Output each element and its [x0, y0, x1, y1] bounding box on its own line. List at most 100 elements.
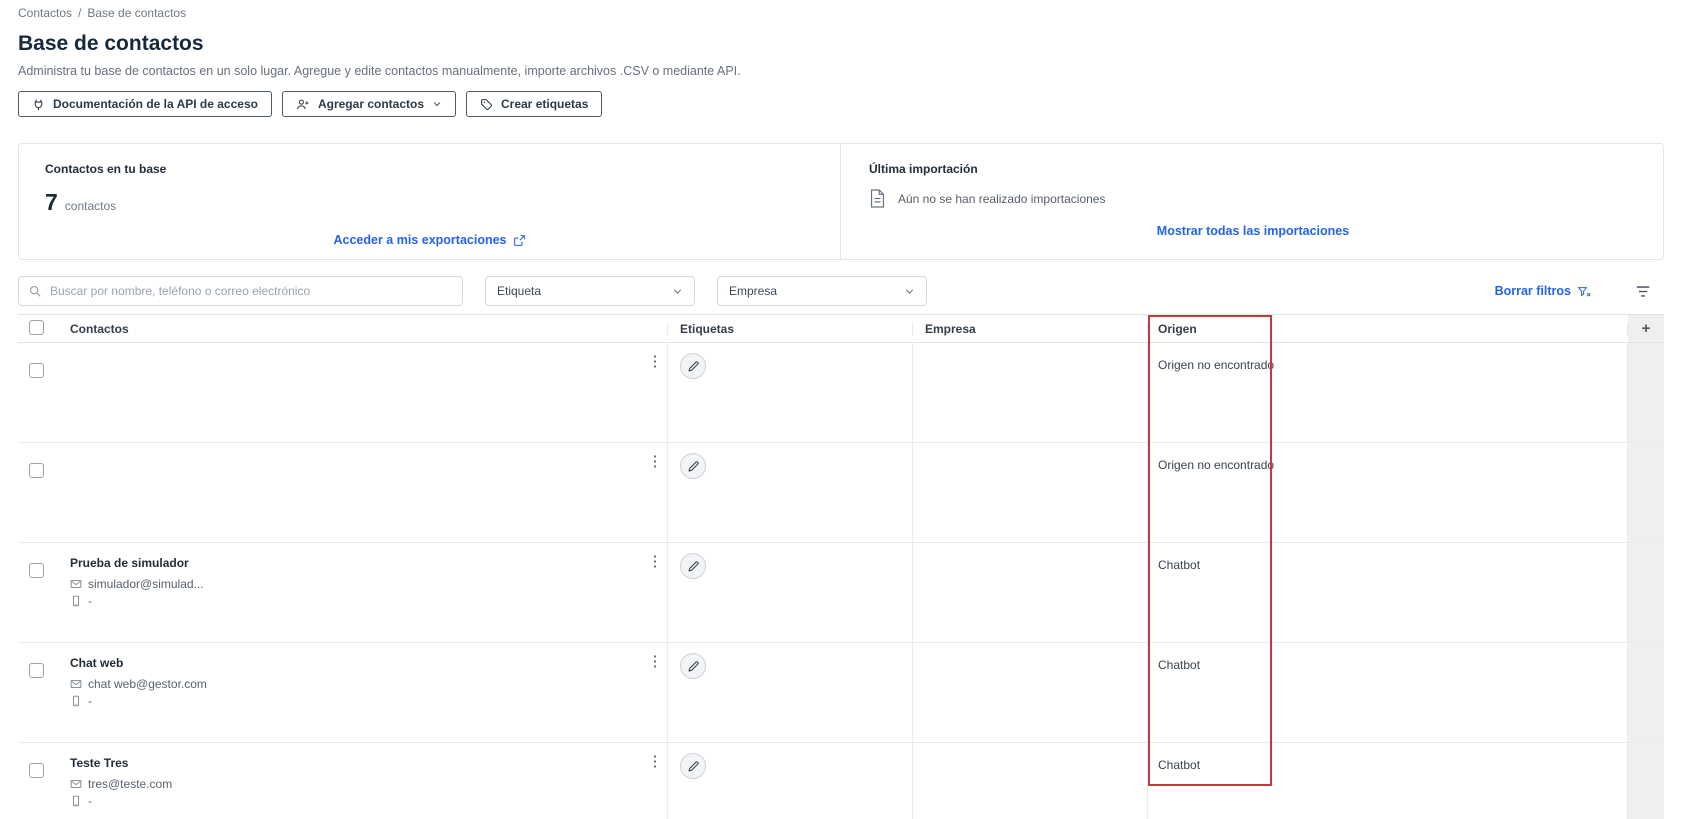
row-checkbox[interactable]	[29, 363, 44, 378]
contacts-page: Contactos / Base de contactos Base de co…	[0, 0, 1689, 819]
phone-icon	[70, 795, 82, 807]
pencil-icon	[687, 760, 700, 773]
api-docs-button[interactable]: Documentación de la API de acceso	[18, 91, 272, 117]
breadcrumb: Contactos / Base de contactos	[18, 6, 1689, 20]
contact-email: chat web@gestor.com	[88, 677, 207, 691]
contacts-count-row: 7 contactos	[45, 189, 814, 216]
add-column-strip	[1628, 343, 1664, 442]
contact-cell: ⋮	[58, 443, 668, 542]
import-empty-message: Aún no se han realizado importaciones	[898, 191, 1106, 206]
create-tags-button[interactable]: Crear etiquetas	[466, 91, 603, 117]
edit-tags-button[interactable]	[680, 753, 706, 779]
contact-email: simulador@simulad...	[88, 577, 204, 591]
contacts-card-title: Contactos en tu base	[45, 162, 167, 176]
add-contacts-button[interactable]: Agregar contactos	[281, 91, 456, 117]
toolbar: Documentación de la API de acceso Agrega…	[18, 91, 1689, 117]
row-menu-button[interactable]: ⋮	[646, 552, 664, 570]
origin-value: Chatbot	[1158, 658, 1201, 672]
column-header-contacts: Contactos	[58, 321, 668, 336]
table-row: Chat web chat web@gestor.com - ⋮ Chatbot	[18, 643, 1664, 743]
add-column-strip	[1628, 743, 1664, 819]
export-icon	[513, 234, 526, 247]
table-header: Contactos Etiquetas Empresa Origen +	[18, 315, 1664, 343]
edit-tags-button[interactable]	[680, 353, 706, 379]
contact-email-row: tres@teste.com	[70, 777, 667, 791]
contact-cell: Teste Tres tres@teste.com - ⋮	[58, 743, 668, 819]
select-all-checkbox[interactable]	[29, 319, 44, 335]
pencil-icon	[687, 560, 700, 573]
origin-cell: Chatbot	[1148, 643, 1628, 742]
filter-bar: Etiqueta Empresa Borrar filtros	[18, 276, 1664, 306]
import-card-title: Última importación	[869, 162, 978, 176]
contacts-count-unit: contactos	[64, 199, 117, 213]
person-add-icon	[296, 98, 310, 111]
email-icon	[70, 778, 82, 790]
chevron-down-icon	[432, 99, 442, 109]
row-checkbox[interactable]	[29, 663, 44, 678]
last-import-card: Última importación Aún no se han realiza…	[841, 144, 1663, 259]
origin-cell: Origen no encontrado	[1148, 443, 1628, 542]
tags-cell	[668, 643, 913, 742]
add-column-button[interactable]: +	[1628, 315, 1664, 342]
company-filter-dropdown[interactable]: Empresa	[717, 276, 927, 306]
contact-email-row: chat web@gestor.com	[70, 677, 667, 691]
exports-link[interactable]: Acceder a mis exportaciones	[334, 233, 526, 247]
filter-settings-icon[interactable]	[1635, 284, 1651, 299]
clear-filters-link[interactable]: Borrar filtros	[1495, 284, 1591, 298]
import-empty-state: Aún no se han realizado importaciones	[869, 188, 1637, 209]
document-icon	[869, 188, 886, 209]
column-header-company: Empresa	[913, 321, 1148, 336]
row-checkbox[interactable]	[29, 763, 44, 778]
chevron-down-icon	[904, 286, 915, 297]
email-icon	[70, 578, 82, 590]
edit-tags-button[interactable]	[680, 653, 706, 679]
contact-email: tres@teste.com	[88, 777, 173, 791]
contact-phone-row: -	[70, 794, 667, 808]
company-cell	[913, 743, 1148, 819]
origin-value: Origen no encontrado	[1158, 458, 1275, 472]
edit-tags-button[interactable]	[680, 453, 706, 479]
origin-value: Origen no encontrado	[1158, 358, 1275, 372]
breadcrumb-current: Base de contactos	[87, 6, 187, 20]
tags-cell	[668, 743, 913, 819]
add-column-strip	[1628, 443, 1664, 542]
contacts-table: Contactos Etiquetas Empresa Origen + ⋮ Or…	[18, 314, 1664, 819]
origin-value: Chatbot	[1158, 758, 1201, 772]
contact-cell: ⋮	[58, 343, 668, 442]
row-checkbox[interactable]	[29, 563, 44, 578]
pencil-icon	[687, 360, 700, 373]
contact-cell: Chat web chat web@gestor.com - ⋮	[58, 643, 668, 742]
tag-filter-dropdown[interactable]: Etiqueta	[485, 276, 695, 306]
row-select-cell	[18, 343, 58, 442]
row-select-cell	[18, 743, 58, 819]
phone-icon	[70, 595, 82, 607]
add-column-strip	[1628, 543, 1664, 642]
row-menu-button[interactable]: ⋮	[646, 752, 664, 770]
contact-cell: Prueba de simulador simulador@simulad... -…	[58, 543, 668, 642]
edit-tags-button[interactable]	[680, 553, 706, 579]
row-menu-button[interactable]: ⋮	[646, 452, 664, 470]
tags-cell	[668, 343, 913, 442]
origin-cell: Chatbot	[1148, 743, 1628, 819]
page-subtitle: Administra tu base de contactos en un so…	[18, 64, 741, 78]
origin-value: Chatbot	[1158, 558, 1201, 572]
search-input[interactable]	[50, 284, 452, 298]
contact-email-row: simulador@simulad...	[70, 577, 667, 591]
row-checkbox[interactable]	[29, 463, 44, 478]
row-menu-button[interactable]: ⋮	[646, 352, 664, 370]
api-icon	[32, 98, 45, 111]
contacts-count: 7	[45, 189, 58, 215]
row-menu-button[interactable]: ⋮	[646, 652, 664, 670]
chevron-down-icon	[672, 286, 683, 297]
plus-icon: +	[1641, 320, 1651, 337]
clear-filter-icon	[1577, 285, 1591, 298]
breadcrumb-contactos[interactable]: Contactos	[18, 6, 72, 20]
row-select-cell	[18, 443, 58, 542]
table-row: Prueba de simulador simulador@simulad... -…	[18, 543, 1664, 643]
row-select-cell	[18, 543, 58, 642]
contact-name: Teste Tres	[70, 756, 129, 770]
row-select-cell	[18, 643, 58, 742]
column-header-origin: Origen	[1148, 321, 1628, 336]
company-cell	[913, 543, 1148, 642]
show-all-imports-link[interactable]: Mostrar todas las importaciones	[1157, 224, 1349, 238]
